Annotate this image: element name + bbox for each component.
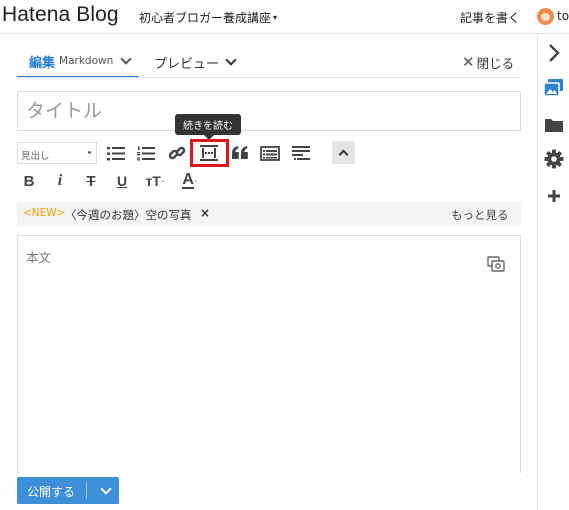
numbered-list-button[interactable] (134, 142, 158, 164)
gear-icon (544, 149, 564, 169)
close-label: 閉じる (476, 55, 515, 71)
topic-link[interactable]: 〈今週のお題〉空の写真 (65, 207, 192, 223)
title-input[interactable] (17, 91, 521, 131)
hatena-blog-logo[interactable]: Hatena Blog (2, 3, 119, 27)
divider (86, 482, 87, 499)
tab-preview-label: プレビュー (154, 56, 220, 72)
caret-down-icon: ▾ (273, 13, 278, 22)
settings-button[interactable] (538, 144, 569, 174)
underline-button[interactable]: U (112, 170, 132, 192)
bullet-list-button[interactable] (104, 142, 128, 164)
bold-button[interactable]: B (19, 170, 39, 192)
read-more-icon (200, 145, 218, 161)
image-copy-icon (487, 256, 505, 272)
add-button[interactable] (538, 181, 569, 211)
new-badge: <NEW> (23, 207, 66, 219)
italic-icon: i (57, 172, 63, 189)
font-color-button[interactable]: A · (176, 170, 204, 192)
bold-icon: B (23, 172, 35, 190)
plus-icon (548, 190, 560, 202)
table-icon (260, 145, 280, 161)
italic-button[interactable]: i (50, 170, 70, 192)
remove-topic-icon[interactable]: × (200, 206, 210, 220)
chevron-down-icon[interactable] (120, 53, 132, 65)
avatar (537, 8, 554, 25)
read-more-tooltip: 続きを読む (175, 114, 241, 140)
footnote-icon (292, 146, 310, 160)
bullet-list-icon (107, 146, 125, 160)
heading-style-select[interactable]: 見出し (17, 142, 97, 164)
numbered-list-icon (137, 146, 155, 160)
footnote-button[interactable] (289, 142, 313, 164)
quote-button[interactable] (228, 142, 252, 164)
blog-selector[interactable]: 初心者ブロガー養成講座 ▾ (139, 9, 277, 26)
divider (17, 77, 521, 78)
publish-button-group: 公開する (17, 477, 119, 504)
heading-style-value: 見出し (21, 151, 50, 162)
write-article-link[interactable]: 記事を書く (460, 9, 520, 26)
font-size-icon: тT (145, 173, 161, 189)
quote-icon (232, 146, 248, 159)
editor-tabs: 編集 Markdown プレビュー ✕ 閉じる (17, 46, 521, 78)
close-icon: ✕ (462, 53, 475, 71)
user-name: to (557, 9, 569, 23)
chevron-down-icon[interactable] (225, 54, 237, 66)
image-icon (543, 79, 563, 97)
body-editor[interactable]: 本文 (17, 235, 521, 473)
dropdown-icon (88, 151, 91, 154)
link-button[interactable] (165, 142, 189, 164)
editor-mode-label: Markdown (59, 55, 114, 67)
strikethrough-icon: T (86, 172, 96, 190)
chevron-right-icon (549, 44, 560, 62)
user-menu[interactable]: to (537, 7, 569, 27)
expand-sidebar-button[interactable] (538, 38, 569, 68)
publish-button[interactable]: 公開する (27, 483, 75, 500)
tab-edit[interactable]: 編集 Markdown (17, 46, 139, 78)
folder-button[interactable] (538, 110, 569, 140)
font-size-button[interactable]: тT · (141, 170, 169, 192)
underline-icon: U (116, 173, 128, 189)
insert-image-button[interactable] (487, 256, 505, 276)
strikethrough-button[interactable]: T (81, 170, 101, 192)
weekly-topic-bar: <NEW> 〈今週のお題〉空の写真 × もっと見る (17, 202, 521, 226)
folder-icon (545, 119, 563, 132)
top-bar: Hatena Blog 初心者ブロガー養成講座 ▾ 記事を書く to (0, 0, 569, 34)
chevron-down-icon (100, 482, 112, 495)
tab-preview[interactable]: プレビュー (154, 46, 237, 78)
read-more-button[interactable] (197, 142, 221, 164)
link-icon (168, 146, 186, 160)
photo-upload-button[interactable] (538, 73, 569, 103)
tab-edit-label: 編集 (29, 55, 56, 71)
font-color-icon: A (182, 171, 194, 189)
right-sidebar (537, 34, 569, 510)
blog-name: 初心者ブロガー養成講座 (139, 11, 272, 25)
more-topics-link[interactable]: もっと見る (451, 207, 509, 223)
chevron-up-icon (338, 149, 349, 160)
publish-options-button[interactable] (93, 477, 119, 504)
table-button[interactable] (258, 142, 282, 164)
body-placeholder: 本文 (26, 250, 52, 265)
close-editor-button[interactable]: ✕ 閉じる (462, 46, 514, 78)
collapse-toolbar-button[interactable] (332, 141, 355, 164)
